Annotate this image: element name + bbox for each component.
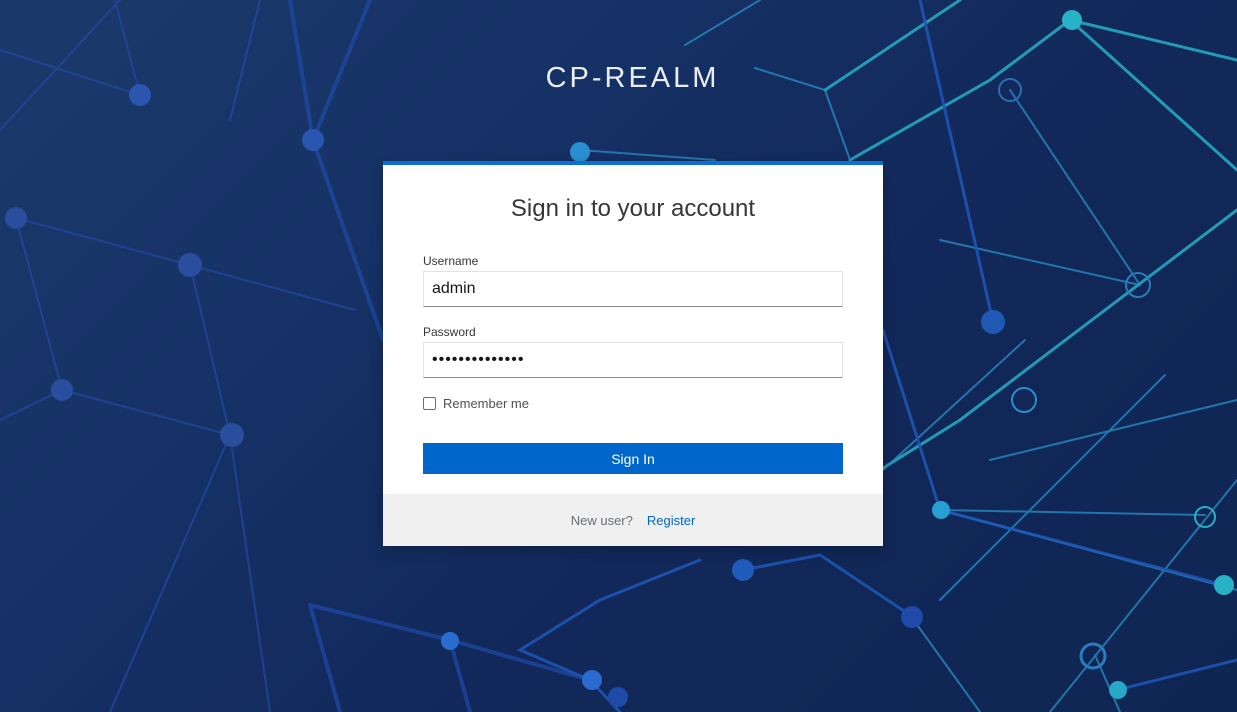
- login-heading: Sign in to your account: [510, 195, 756, 222]
- remember-me[interactable]: Remember me: [423, 396, 529, 411]
- registration-footer: New user? Register: [383, 494, 883, 546]
- remember-me-checkbox[interactable]: [423, 397, 436, 410]
- realm-title: CP-REALM: [545, 62, 720, 94]
- sign-in-button[interactable]: Sign In: [423, 443, 843, 474]
- password-input[interactable]: ••••••••••••••: [423, 342, 843, 378]
- remember-me-label: Remember me: [443, 396, 529, 411]
- register-link[interactable]: Register: [647, 513, 695, 528]
- password-label: Password: [423, 325, 476, 339]
- login-card: Sign in to your account Username admin P…: [383, 161, 883, 546]
- username-label: Username: [423, 254, 479, 268]
- username-input[interactable]: admin: [423, 271, 843, 307]
- new-user-text: New user?: [570, 512, 633, 528]
